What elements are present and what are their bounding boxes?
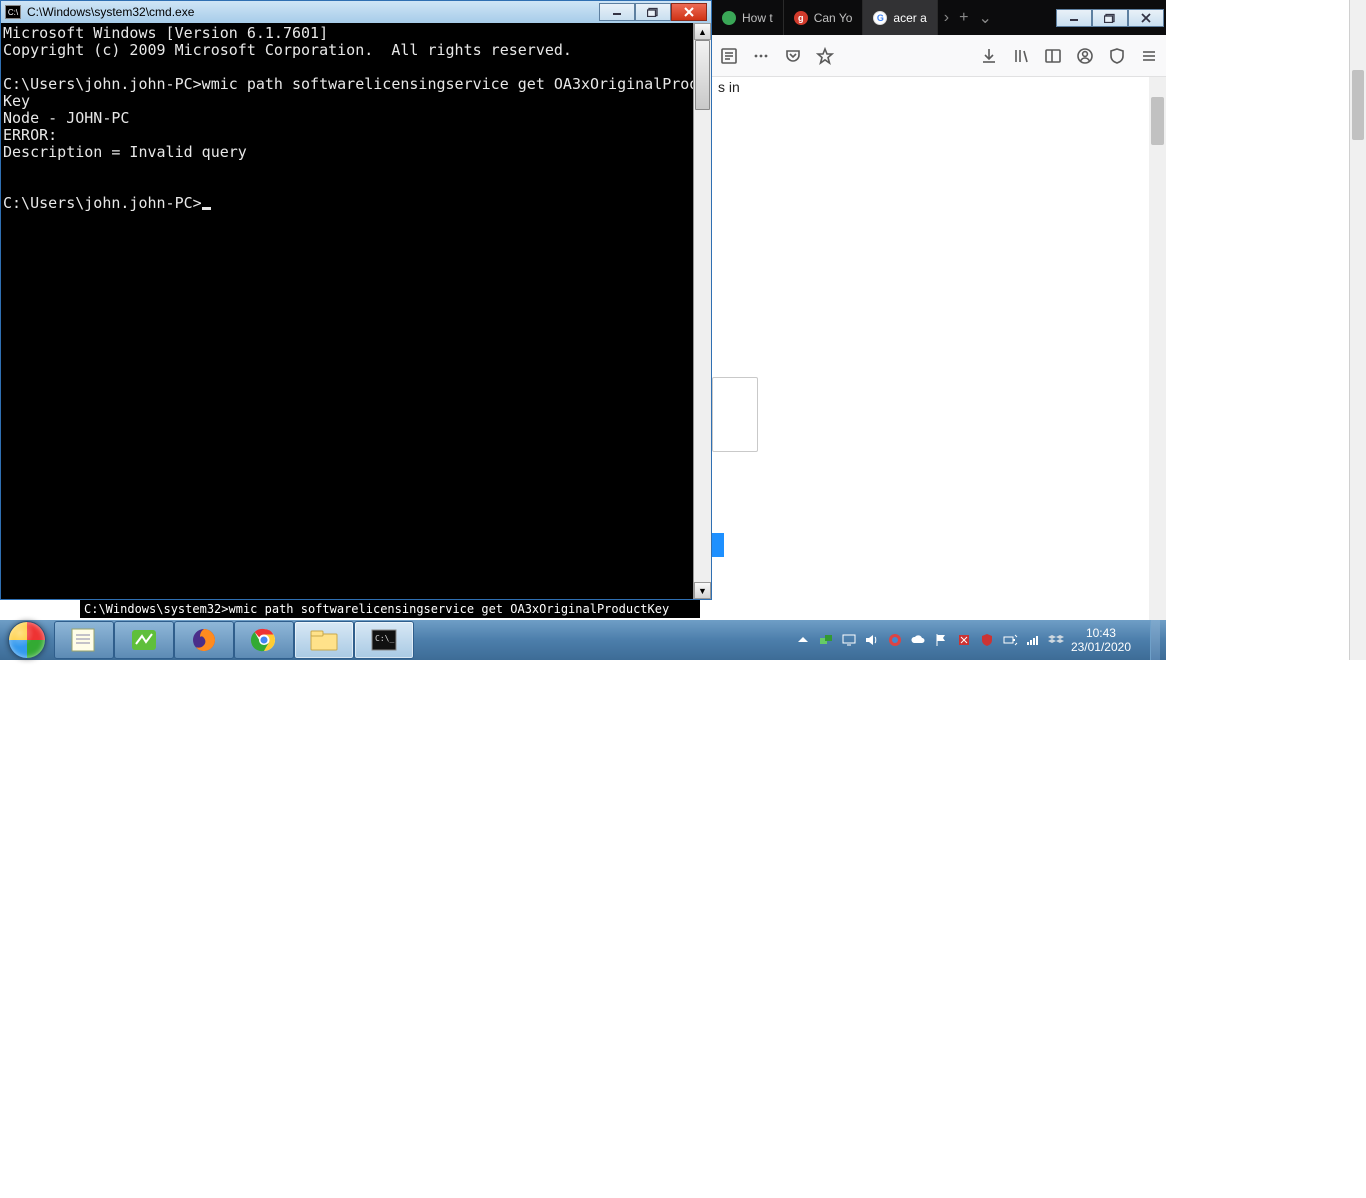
downloads-icon[interactable] bbox=[980, 47, 998, 65]
reader-view-icon[interactable] bbox=[720, 47, 738, 65]
tab-acer[interactable]: G acer a bbox=[863, 0, 937, 35]
chevron-right-icon[interactable]: › bbox=[944, 9, 949, 27]
scroll-down-icon[interactable]: ▼ bbox=[694, 582, 711, 599]
taskbar-firefox[interactable] bbox=[174, 621, 234, 659]
favicon-icon bbox=[722, 11, 736, 25]
tab-label: How t bbox=[742, 11, 773, 25]
tray-wifi-icon[interactable] bbox=[1025, 632, 1041, 648]
tabs-dropdown-icon[interactable]: ⌄ bbox=[978, 8, 991, 28]
tab-overflow: › + ⌄ bbox=[938, 0, 998, 35]
windows-orb-icon bbox=[8, 621, 46, 659]
tab-label: Can Yo bbox=[814, 11, 853, 25]
menu-icon[interactable] bbox=[1140, 47, 1158, 65]
taskbar: C:\_ 10:43 23/01/2020 bbox=[0, 620, 1166, 660]
scroll-thumb[interactable] bbox=[1151, 97, 1164, 145]
page-scrollbar[interactable] bbox=[1349, 0, 1366, 660]
browser-toolbar bbox=[712, 35, 1166, 77]
clock-date: 23/01/2020 bbox=[1071, 640, 1131, 654]
cmd-echo-line: C:\Windows\system32>wmic path softwareli… bbox=[80, 600, 700, 618]
cmd-titlebar[interactable]: C:\ C:\Windows\system32\cmd.exe bbox=[1, 1, 711, 23]
tab-howto[interactable]: How t bbox=[712, 0, 784, 35]
taskbar-chrome[interactable] bbox=[234, 621, 294, 659]
tray-app-icon[interactable] bbox=[887, 632, 903, 648]
scroll-thumb[interactable] bbox=[1352, 70, 1364, 140]
account-icon[interactable] bbox=[1076, 47, 1094, 65]
taskbar-cmd[interactable]: C:\_ bbox=[354, 621, 414, 659]
tray-show-hidden-icon[interactable] bbox=[795, 632, 811, 648]
clock-time: 10:43 bbox=[1071, 626, 1131, 640]
taskbar-explorer[interactable] bbox=[294, 621, 354, 659]
tray-monitor-icon[interactable] bbox=[841, 632, 857, 648]
new-tab-button[interactable]: + bbox=[959, 9, 968, 27]
star-icon[interactable] bbox=[816, 47, 834, 65]
taskbar-clock[interactable]: 10:43 23/01/2020 bbox=[1071, 626, 1137, 654]
taskbar-notepad[interactable] bbox=[54, 621, 114, 659]
tab-label: acer a bbox=[893, 11, 926, 25]
favicon-icon: g bbox=[794, 11, 808, 25]
cmd-output[interactable]: Microsoft Windows [Version 6.1.7601] Cop… bbox=[1, 23, 693, 599]
minimize-button[interactable] bbox=[599, 3, 635, 21]
tray-av-icon[interactable] bbox=[979, 632, 995, 648]
google-icon: G bbox=[873, 11, 887, 25]
tray-power-icon[interactable] bbox=[1002, 632, 1018, 648]
browser-minimize-button[interactable] bbox=[1056, 9, 1092, 27]
tray-volume-icon[interactable] bbox=[864, 632, 880, 648]
tray-security-icon[interactable] bbox=[956, 632, 972, 648]
page-text-fragment: s in bbox=[718, 79, 740, 95]
sidebar-icon[interactable] bbox=[1044, 47, 1062, 65]
svg-text:C:\_: C:\_ bbox=[375, 634, 394, 643]
library-icon[interactable] bbox=[1012, 47, 1030, 65]
tab-canyou[interactable]: g Can Yo bbox=[784, 0, 864, 35]
scroll-up-icon[interactable]: ▲ bbox=[694, 23, 711, 40]
browser-scrollbar[interactable] bbox=[1149, 77, 1166, 620]
taskbar-app-green[interactable] bbox=[114, 621, 174, 659]
cmd-scrollbar[interactable]: ▲ ▼ bbox=[693, 23, 711, 599]
cursor-icon bbox=[202, 207, 211, 210]
tray-network-icon[interactable] bbox=[818, 632, 834, 648]
tray-flag-icon[interactable] bbox=[933, 632, 949, 648]
browser-tabstrip: How t g Can Yo G acer a › + ⌄ bbox=[712, 0, 1166, 35]
pocket-icon[interactable] bbox=[784, 47, 802, 65]
start-button[interactable] bbox=[0, 620, 54, 660]
system-tray: 10:43 23/01/2020 bbox=[789, 620, 1166, 660]
shield-icon[interactable] bbox=[1108, 47, 1126, 65]
tray-onedrive-icon[interactable] bbox=[910, 632, 926, 648]
page-action-icon[interactable] bbox=[752, 47, 770, 65]
browser-window: How t g Can Yo G acer a › + ⌄ bbox=[712, 0, 1166, 620]
browser-close-button[interactable] bbox=[1128, 9, 1164, 27]
maximize-button[interactable] bbox=[635, 3, 671, 21]
cmd-title: C:\Windows\system32\cmd.exe bbox=[27, 5, 599, 19]
cmd-window: C:\ C:\Windows\system32\cmd.exe Microsof… bbox=[0, 0, 712, 600]
close-button[interactable] bbox=[671, 3, 707, 21]
selection-highlight bbox=[712, 533, 724, 557]
show-desktop-button[interactable] bbox=[1150, 620, 1160, 660]
browser-content[interactable]: s in bbox=[712, 77, 1166, 620]
tray-dropbox-icon[interactable] bbox=[1048, 632, 1064, 648]
browser-maximize-button[interactable] bbox=[1092, 9, 1128, 27]
cmd-icon: C:\ bbox=[5, 5, 21, 19]
scroll-thumb[interactable] bbox=[695, 40, 710, 110]
content-box bbox=[712, 377, 758, 452]
